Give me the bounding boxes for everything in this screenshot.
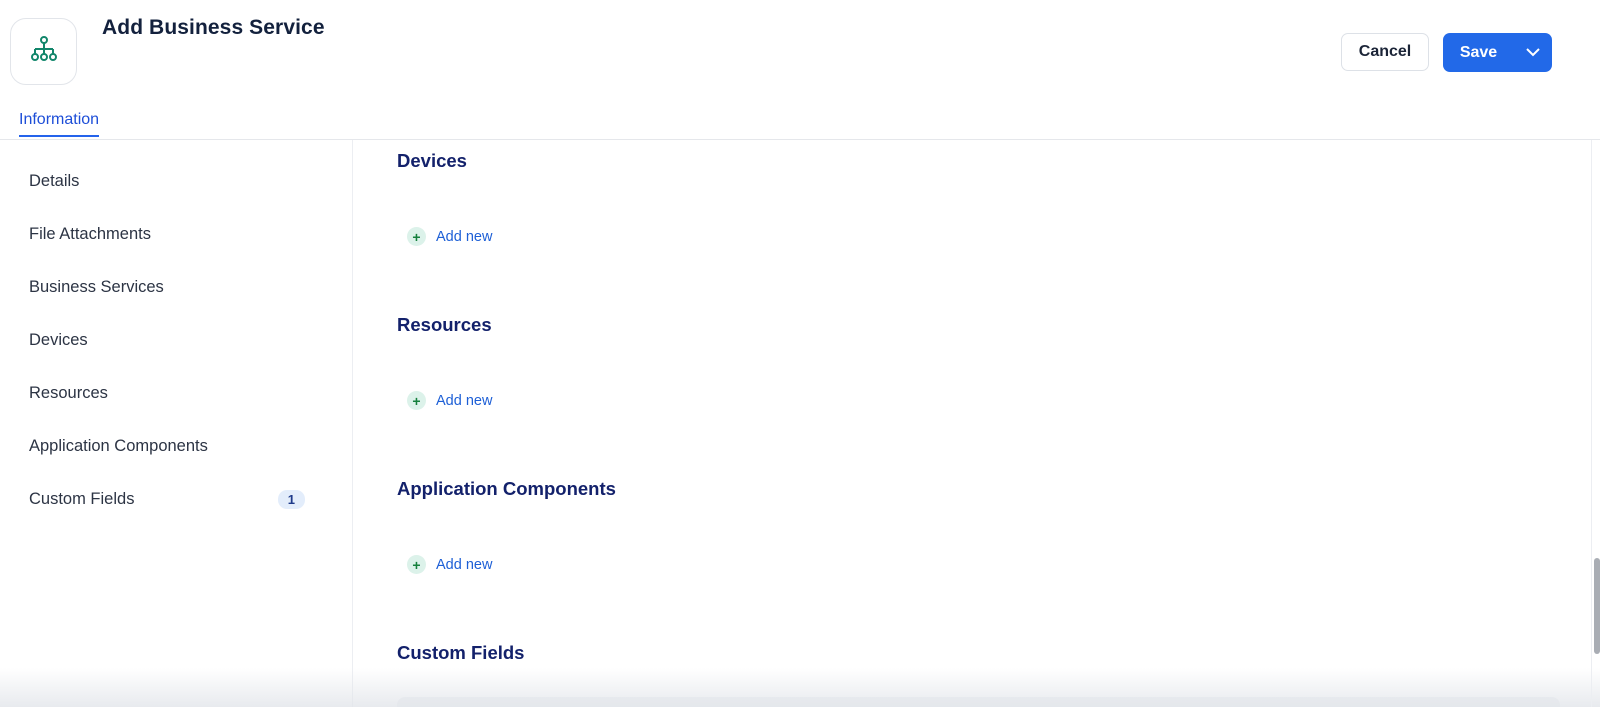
sidebar-item-devices[interactable]: Devices bbox=[29, 331, 305, 350]
sidebar-item-business-services[interactable]: Business Services bbox=[29, 278, 305, 297]
save-options-dropdown[interactable] bbox=[1514, 33, 1552, 72]
hierarchy-icon bbox=[30, 35, 58, 68]
sidebar-item-custom-fields[interactable]: Custom Fields 1 bbox=[29, 490, 305, 509]
sidebar-item-label: Resources bbox=[29, 384, 108, 402]
add-new-label: Add new bbox=[436, 392, 493, 409]
main-content: Devices + Add new Resources + Add new Ap… bbox=[353, 140, 1593, 707]
sidebar-item-label: File Attachments bbox=[29, 225, 151, 243]
sidebar-item-label: Details bbox=[29, 172, 80, 190]
sidebar-item-label: Custom Fields bbox=[29, 490, 135, 508]
section-title-resources: Resources bbox=[397, 314, 492, 335]
section-title-devices: Devices bbox=[397, 150, 467, 171]
save-button[interactable]: Save bbox=[1443, 33, 1514, 72]
plus-icon: + bbox=[407, 227, 426, 246]
page-title: Add Business Service bbox=[102, 16, 325, 39]
plus-icon: + bbox=[407, 555, 426, 574]
sidebar-item-application-components[interactable]: Application Components bbox=[29, 437, 305, 456]
section-title-application-components: Application Components bbox=[397, 478, 616, 499]
custom-fields-card bbox=[397, 697, 1560, 707]
scrollbar-thumb[interactable] bbox=[1594, 558, 1600, 654]
add-new-label: Add new bbox=[436, 556, 493, 573]
sidebar-item-label: Devices bbox=[29, 331, 88, 349]
sidebar-item-label: Application Components bbox=[29, 437, 208, 455]
service-logo bbox=[10, 18, 77, 85]
section-nav: Details File Attachments Business Servic… bbox=[0, 140, 353, 707]
section-title-custom-fields: Custom Fields bbox=[397, 642, 525, 663]
cancel-button[interactable]: Cancel bbox=[1341, 33, 1429, 71]
save-button-group: Save bbox=[1443, 33, 1552, 72]
sidebar-item-label: Business Services bbox=[29, 278, 164, 296]
count-badge: 1 bbox=[277, 490, 305, 509]
sidebar-item-file-attachments[interactable]: File Attachments bbox=[29, 225, 305, 244]
page-header: Add Business Service Cancel Save Informa… bbox=[0, 0, 1600, 140]
add-device-button[interactable]: + Add new bbox=[407, 227, 492, 246]
sidebar-item-resources[interactable]: Resources bbox=[29, 384, 305, 403]
sidebar-item-details[interactable]: Details bbox=[29, 172, 305, 191]
add-new-label: Add new bbox=[436, 228, 493, 245]
tab-information[interactable]: Information bbox=[19, 111, 100, 137]
plus-icon: + bbox=[407, 391, 426, 410]
add-application-component-button[interactable]: + Add new bbox=[407, 555, 492, 574]
chevron-down-icon bbox=[1525, 44, 1541, 62]
add-resource-button[interactable]: + Add new bbox=[407, 391, 492, 410]
